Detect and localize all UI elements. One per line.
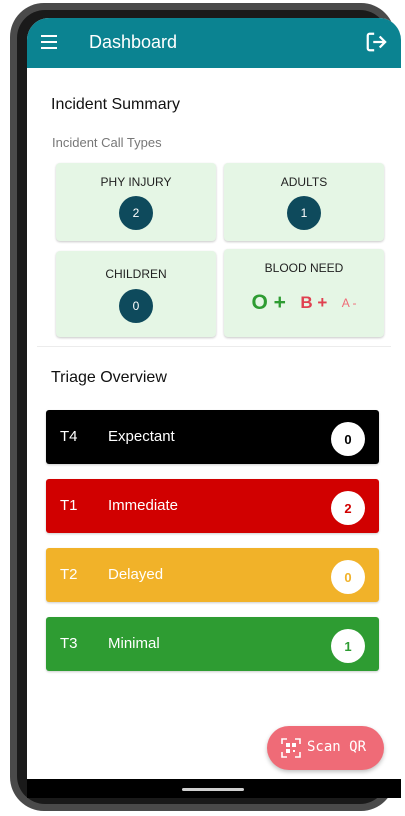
- logout-icon[interactable]: [365, 31, 387, 53]
- triage-count-badge: 0: [331, 422, 365, 456]
- triage-row-t1[interactable]: T1 Immediate 2: [46, 479, 379, 533]
- triage-code: T1: [60, 497, 78, 514]
- scan-qr-button[interactable]: Scan QR: [267, 726, 384, 770]
- app-bar: Dashboard: [27, 18, 401, 68]
- triage-row-t4[interactable]: T4 Expectant 0: [46, 410, 379, 464]
- system-nav-bar: [27, 779, 401, 798]
- triage-count-badge: 2: [331, 491, 365, 525]
- triage-name: Expectant: [108, 428, 175, 445]
- home-indicator[interactable]: [182, 788, 244, 791]
- blood-types: O + B + A -: [224, 291, 384, 315]
- blood-type-o-pos: O +: [251, 291, 286, 314]
- adults-label: ADULTS: [280, 175, 328, 189]
- blood-type-b-pos: B +: [300, 293, 328, 312]
- children-card[interactable]: CHILDREN 0: [56, 251, 216, 337]
- blood-need-label: BLOOD NEED: [264, 261, 344, 275]
- app-title: Dashboard: [89, 32, 178, 52]
- triage-overview-title: Triage Overview: [51, 369, 167, 386]
- triage-row-t2[interactable]: T2 Delayed 0: [46, 548, 379, 602]
- blood-need-card[interactable]: BLOOD NEED O + B + A -: [224, 249, 384, 337]
- triage-code: T4: [60, 428, 78, 445]
- adults-count: 1: [287, 196, 321, 230]
- triage-row-t3[interactable]: T3 Minimal 1: [46, 617, 379, 671]
- triage-count-badge: 0: [331, 560, 365, 594]
- triage-name: Delayed: [108, 566, 164, 583]
- triage-code: T3: [60, 635, 78, 652]
- phy-injury-card[interactable]: PHY INJURY 2: [56, 163, 216, 241]
- incident-call-types-label: Incident Call Types: [52, 135, 162, 150]
- blood-type-a-neg: A -: [341, 296, 357, 310]
- triage-code: T2: [60, 566, 78, 583]
- phy-injury-count: 2: [119, 196, 153, 230]
- phy-injury-label: PHY INJURY: [100, 175, 172, 189]
- menu-icon[interactable]: [41, 35, 57, 49]
- qr-code-icon: [281, 738, 301, 758]
- children-label: CHILDREN: [105, 267, 167, 281]
- adults-card[interactable]: ADULTS 1: [224, 163, 384, 241]
- triage-name: Immediate: [108, 497, 179, 514]
- scan-qr-label: Scan QR: [307, 739, 367, 755]
- incident-summary-title: Incident Summary: [51, 96, 180, 113]
- triage-name: Minimal: [108, 635, 160, 652]
- children-count: 0: [119, 289, 153, 323]
- section-divider: [37, 346, 391, 347]
- app-screen: Dashboard Incident Summary Incident Call…: [27, 18, 401, 798]
- triage-count-badge: 1: [331, 629, 365, 663]
